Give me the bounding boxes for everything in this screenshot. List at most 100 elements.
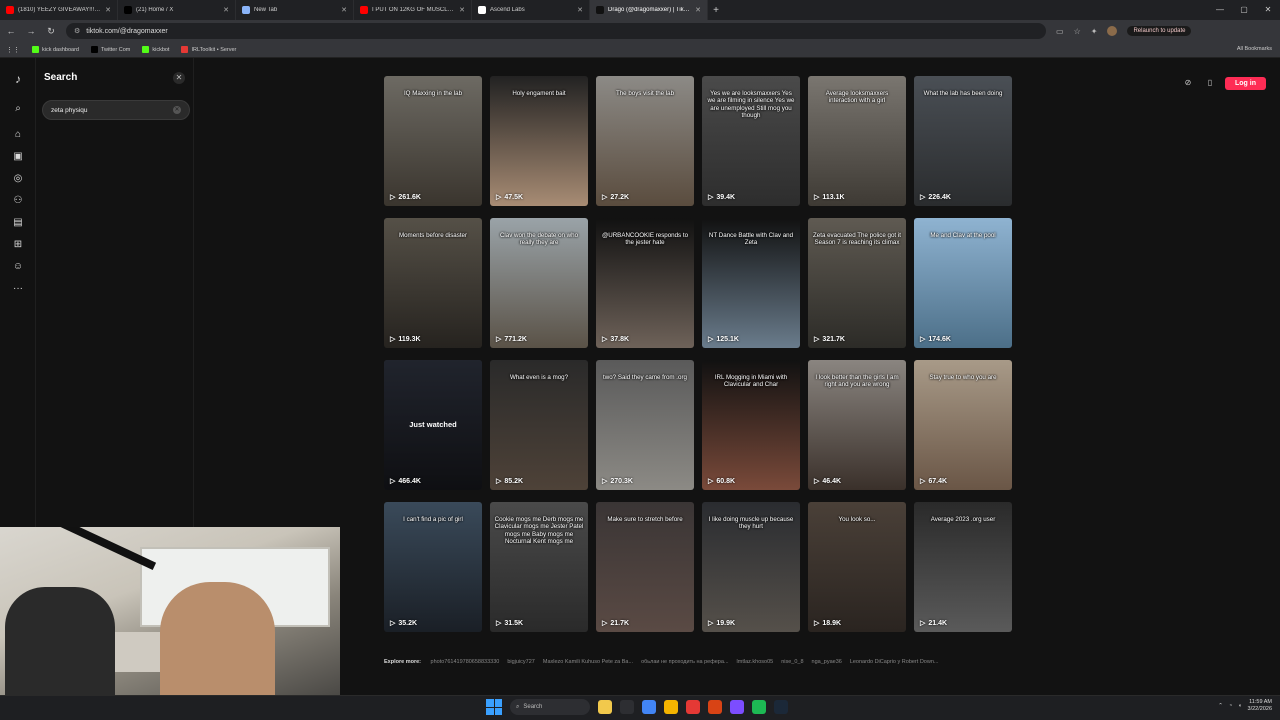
tab-close-icon[interactable]: ✕ <box>695 6 701 14</box>
browser-tab[interactable]: Ascend Labs ✕ <box>472 0 590 20</box>
log-in-button[interactable]: Log in <box>1225 76 1266 90</box>
bookmark-item[interactable]: kickbot <box>142 46 169 53</box>
search-icon[interactable]: ⌕ <box>11 102 25 116</box>
tiktok-logo-icon[interactable]: ♪ <box>11 72 25 86</box>
reload-icon[interactable]: ↻ <box>46 26 56 37</box>
taskbar-app-icon[interactable] <box>642 700 656 714</box>
minimize-icon[interactable]: — <box>1208 0 1232 20</box>
video-card[interactable]: Cookie mogs me Derb mogs me Clavicular m… <box>490 502 588 632</box>
maximize-icon[interactable]: ▢ <box>1232 0 1256 20</box>
explore-more-link[interactable]: обьлаи не проходить на рефера... <box>641 659 728 665</box>
video-card[interactable]: Stay true to who you are ▷ 67.4K <box>914 360 1012 490</box>
browser-tab[interactable]: Drago (@dragomaxxer) | TikTok ✕ <box>590 0 708 20</box>
bookmark-item[interactable]: Twitter Com <box>91 46 130 53</box>
video-card[interactable]: NT Dance Battle with Clav and Zeta ▷ 125.1… <box>702 218 800 348</box>
bookmark-item[interactable]: IRLToolkit • Server <box>181 46 236 53</box>
taskbar-app-icon[interactable] <box>708 700 722 714</box>
forward-icon[interactable]: → <box>26 26 36 36</box>
device-icon[interactable]: ▯ <box>1203 76 1217 90</box>
explore-more-link[interactable]: Leonardo DiCaprio y Robert Down... <box>850 659 939 665</box>
taskbar-app-icon[interactable] <box>598 700 612 714</box>
video-card[interactable]: Just watched ▷ 466.4K <box>384 360 482 490</box>
video-card[interactable]: Zeta evacuated The police got it Season … <box>808 218 906 348</box>
all-bookmarks-link[interactable]: All Bookmarks <box>1237 46 1272 52</box>
explore-more-link[interactable]: nise_0_8 <box>781 659 803 665</box>
video-card[interactable]: Me and Clav at the pool ▷ 174.6K <box>914 218 1012 348</box>
following-icon[interactable]: ⚇ <box>11 194 25 208</box>
more-icon[interactable]: ··· <box>11 282 25 296</box>
explore-more-link[interactable]: nga_pyae36 <box>812 659 842 665</box>
explore-more-link[interactable]: bigjuicy727 <box>507 659 535 665</box>
explore-more-link[interactable]: Maxlezo Kamili Kuhuso Pete za Ba... <box>543 659 633 665</box>
video-card[interactable]: Make sure to stretch before ▷ 21.7K <box>596 502 694 632</box>
taskbar-search[interactable]: ⌕ Search <box>510 699 590 715</box>
clear-search-icon[interactable]: ✕ <box>173 106 181 114</box>
video-caption: What the lab has been doing <box>923 90 1003 97</box>
play-icon: ▷ <box>496 336 502 343</box>
video-card[interactable]: I can't find a pic of girl ▷ 35.2K <box>384 502 482 632</box>
browser-tab[interactable]: I PUT ON 12KG OF MUSCLE IN ✕ <box>354 0 472 20</box>
video-card[interactable]: Average 2023 .org user ▷ 21.4K <box>914 502 1012 632</box>
close-icon[interactable]: ✕ <box>173 72 185 84</box>
explore-icon[interactable]: ◎ <box>11 172 25 186</box>
profile-avatar[interactable] <box>1107 26 1118 36</box>
video-card[interactable]: @URBANCOOKIE responds to the jester hate… <box>596 218 694 348</box>
tab-close-icon[interactable]: ✕ <box>341 6 347 14</box>
video-card[interactable]: The boys visit the lab ▷ 27.2K <box>596 76 694 206</box>
relaunch-button[interactable]: Relaunch to update <box>1127 26 1192 36</box>
video-card[interactable]: two? Said they came from .org ▷ 270.3K <box>596 360 694 490</box>
view-count: ▷ 47.5K <box>496 193 523 202</box>
browser-tab[interactable]: (1810) YEEZY GIVEAWAY!!! | 67 ✕ <box>0 0 118 20</box>
explore-more-link[interactable]: lmtlaz.khoso05 <box>737 659 774 665</box>
video-card[interactable]: You look so... ▷ 18.9K <box>808 502 906 632</box>
video-card[interactable]: I like doing muscle up because they hurt… <box>702 502 800 632</box>
taskbar-app-icon[interactable] <box>774 700 788 714</box>
video-card[interactable]: IQ Maxxing in the lab ▷ 261.6K <box>384 76 482 206</box>
install-icon[interactable]: ▭ <box>1056 27 1064 36</box>
clock[interactable]: 11:59 AM 3/22/2026 <box>1248 699 1272 712</box>
bookmark-star-icon[interactable]: ☆ <box>1074 27 1081 36</box>
tab-close-icon[interactable]: ✕ <box>223 6 229 14</box>
apps-grid-icon[interactable]: ⋮⋮ <box>6 46 20 54</box>
volume-icon[interactable]: ◖ <box>1238 703 1241 709</box>
video-card[interactable]: Clav won the debate on who really they a… <box>490 218 588 348</box>
taskbar-app-icon[interactable] <box>686 700 700 714</box>
tray-chevron-icon[interactable]: ⌃ <box>1218 703 1223 709</box>
site-info-icon[interactable]: ⚙ <box>74 27 80 35</box>
close-window-icon[interactable]: ✕ <box>1256 0 1280 20</box>
bookmark-item[interactable]: kick dashboard <box>32 46 79 53</box>
tab-close-icon[interactable]: ✕ <box>459 6 465 14</box>
upload-icon[interactable]: ⊞ <box>11 238 25 252</box>
new-tab-icon[interactable]: + <box>708 5 724 16</box>
video-card[interactable]: IRL Mogging in Miami with Clavicular and… <box>702 360 800 490</box>
search-input[interactable] <box>51 106 173 114</box>
taskbar-app-icon[interactable] <box>664 700 678 714</box>
coins-icon[interactable]: ⊘ <box>1181 76 1195 90</box>
play-icon: ▷ <box>814 478 820 485</box>
tab-close-icon[interactable]: ✕ <box>105 6 111 14</box>
taskbar-app-icon[interactable] <box>620 700 634 714</box>
video-card[interactable]: What the lab has been doing ▷ 226.4K <box>914 76 1012 206</box>
url-field[interactable]: ⚙ tiktok.com/@dragomaxxer <box>66 23 1046 39</box>
video-card[interactable]: Holy engament bait ▷ 47.5K <box>490 76 588 206</box>
windows-start-icon[interactable] <box>486 699 502 715</box>
video-card[interactable]: What even is a mog? ▷ 85.2K <box>490 360 588 490</box>
shop-icon[interactable]: ▣ <box>11 150 25 164</box>
back-icon[interactable]: ← <box>6 26 16 36</box>
browser-tab[interactable]: (21) Home / X ✕ <box>118 0 236 20</box>
video-card[interactable]: Average looksmaxxers interaction with a … <box>808 76 906 206</box>
video-card[interactable]: Moments before disaster ▷ 119.3K <box>384 218 482 348</box>
play-icon: ▷ <box>390 336 396 343</box>
taskbar-app-icon[interactable] <box>752 700 766 714</box>
home-icon[interactable]: ⌂ <box>11 128 25 142</box>
video-card[interactable]: I look better than the girls I am right … <box>808 360 906 490</box>
taskbar-app-icon[interactable] <box>730 700 744 714</box>
live-icon[interactable]: ▤ <box>11 216 25 230</box>
extension-icon[interactable]: ✦ <box>1091 27 1098 36</box>
browser-tab[interactable]: New Tab ✕ <box>236 0 354 20</box>
network-icon[interactable]: ◔ <box>1229 703 1232 709</box>
tab-close-icon[interactable]: ✕ <box>577 6 583 14</box>
video-card[interactable]: Yes we are looksmaxxers Yes we are filmi… <box>702 76 800 206</box>
explore-more-link[interactable]: photo761419780658833330 <box>431 659 500 665</box>
profile-icon[interactable]: ☺ <box>11 260 25 274</box>
